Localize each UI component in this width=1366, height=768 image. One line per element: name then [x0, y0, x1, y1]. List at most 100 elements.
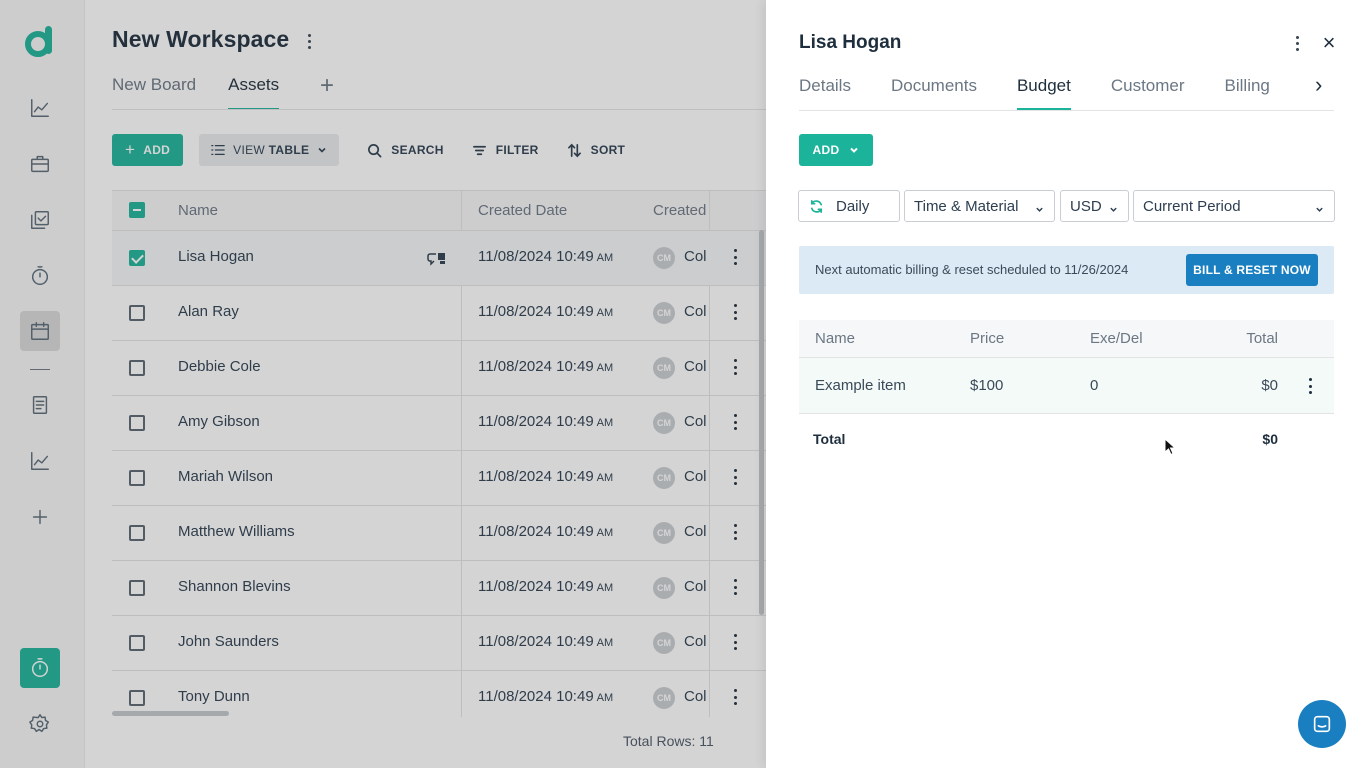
tab-new-board[interactable]: New Board — [112, 75, 196, 110]
row-menu-icon[interactable] — [733, 634, 737, 650]
tab-assets[interactable]: Assets — [228, 75, 280, 110]
row-menu-icon[interactable] — [733, 414, 737, 430]
budget-total-value: $0 — [1262, 431, 1278, 447]
timer-button-icon[interactable] — [20, 648, 60, 688]
row-created-by: Col — [684, 523, 707, 540]
row-created-date: 11/08/2024 10:49 AM — [478, 413, 614, 430]
tab-billing[interactable]: Billing — [1225, 76, 1270, 110]
table-row[interactable]: Amy Gibson 11/08/2024 10:49 AM CM Col — [112, 396, 766, 451]
row-menu-icon[interactable] — [733, 249, 737, 265]
mouse-cursor-icon — [1164, 437, 1177, 456]
app-logo[interactable] — [24, 24, 56, 58]
table-row[interactable]: Mariah Wilson 11/08/2024 10:49 AM CM Col — [112, 451, 766, 506]
filter-icon — [472, 145, 486, 155]
settings-gear-icon[interactable] — [20, 704, 60, 744]
select-all-checkbox[interactable] — [129, 202, 145, 218]
avatar: CM — [653, 687, 675, 709]
frequency-select[interactable]: Daily — [798, 190, 900, 222]
budget-row-menu-icon[interactable] — [1308, 378, 1312, 394]
horizontal-scrollbar[interactable] — [112, 711, 229, 716]
row-checkbox[interactable] — [129, 580, 145, 596]
reports-nav-icon[interactable] — [20, 441, 60, 481]
subitems-icon[interactable] — [427, 250, 447, 266]
tabs-divider — [112, 109, 766, 110]
row-menu-icon[interactable] — [733, 469, 737, 485]
add-button[interactable]: + ADD — [112, 134, 184, 166]
document-nav-icon[interactable] — [20, 385, 60, 425]
chat-support-button[interactable] — [1298, 700, 1346, 748]
avatar: CM — [653, 412, 675, 434]
row-name: Shannon Blevins — [178, 578, 291, 595]
view-label: VIEW TABLE — [233, 143, 310, 157]
row-menu-icon[interactable] — [733, 579, 737, 595]
row-checkbox[interactable] — [129, 360, 145, 376]
tabs-scroll-right-icon[interactable]: › — [1315, 74, 1331, 98]
stopwatch-nav-icon[interactable] — [20, 256, 60, 296]
row-checkbox[interactable] — [129, 305, 145, 321]
column-header-created-date[interactable]: Created Date — [478, 202, 567, 219]
analytics-nav-icon[interactable] — [20, 88, 60, 128]
chevron-down-icon — [850, 147, 859, 153]
row-checkbox[interactable] — [129, 470, 145, 486]
budget-item-name: Example item — [815, 377, 906, 394]
tab-customer[interactable]: Customer — [1111, 76, 1185, 110]
billing-banner-text: Next automatic billing & reset scheduled… — [815, 262, 1129, 277]
chevron-down-icon — [318, 147, 326, 153]
briefcase-nav-icon[interactable] — [20, 144, 60, 184]
row-menu-icon[interactable] — [733, 689, 737, 705]
row-created-date: 11/08/2024 10:49 AM — [478, 688, 614, 705]
row-name: Alan Ray — [178, 303, 239, 320]
vertical-scrollbar[interactable] — [759, 230, 764, 615]
avatar: CM — [653, 577, 675, 599]
close-icon[interactable]: × — [1321, 32, 1337, 54]
column-header-created[interactable]: Created — [653, 202, 706, 219]
table-row[interactable]: Debbie Cole 11/08/2024 10:49 AM CM Col — [112, 341, 766, 396]
add-nav-icon[interactable] — [20, 497, 60, 537]
search-button[interactable]: SEARCH — [367, 143, 443, 158]
calendar-nav-icon[interactable] — [20, 311, 60, 351]
row-checkbox[interactable] — [129, 525, 145, 541]
checklist-nav-icon[interactable] — [20, 200, 60, 240]
period-select[interactable]: Current Period — [1133, 190, 1335, 222]
row-menu-icon[interactable] — [733, 304, 737, 320]
billing-type-select[interactable]: Time & Material — [904, 190, 1055, 222]
table-row[interactable]: Matthew Williams 11/08/2024 10:49 AM CM Col — [112, 506, 766, 561]
budget-table: Name Price Exe/Del Total Example item $1… — [799, 320, 1334, 464]
billing-type-value: Time & Material — [914, 197, 1019, 215]
panel-more-icon[interactable] — [1294, 34, 1300, 52]
filter-button[interactable]: FILTER — [472, 143, 539, 158]
table-row[interactable]: Lisa Hogan 11/08/2024 10:49 AM CM Col — [112, 231, 766, 286]
row-menu-icon[interactable] — [733, 359, 737, 375]
workspace-menu-icon[interactable] — [303, 30, 315, 52]
row-name: Lisa Hogan — [178, 248, 254, 265]
budget-col-exe-del: Exe/Del — [1090, 330, 1143, 347]
column-header-name[interactable]: Name — [178, 202, 218, 219]
table-row[interactable]: John Saunders 11/08/2024 10:49 AM CM Col — [112, 616, 766, 671]
currency-select[interactable]: USD — [1060, 190, 1129, 222]
row-checkbox[interactable] — [129, 635, 145, 651]
filter-label: FILTER — [495, 143, 539, 157]
bill-reset-now-button[interactable]: BILL & RESET NOW — [1186, 254, 1318, 286]
row-created-by: Col — [684, 413, 707, 430]
panel-title: Lisa Hogan — [799, 32, 902, 53]
total-rows-count: Total Rows: 11 — [623, 733, 714, 749]
row-checkbox[interactable] — [129, 690, 145, 706]
tab-details[interactable]: Details — [799, 76, 851, 110]
row-created-date: 11/08/2024 10:49 AM — [478, 248, 614, 265]
row-menu-icon[interactable] — [733, 524, 737, 540]
budget-add-button[interactable]: ADD — [799, 134, 873, 166]
search-label: SEARCH — [391, 143, 444, 157]
table-row[interactable]: Shannon Blevins 11/08/2024 10:49 AM CM Col — [112, 561, 766, 616]
budget-row[interactable]: Example item $100 0 $0 — [799, 358, 1334, 414]
table-row[interactable]: Alan Ray 11/08/2024 10:49 AM CM Col — [112, 286, 766, 341]
sort-button[interactable]: SORT — [567, 143, 626, 158]
row-checkbox[interactable] — [129, 250, 145, 266]
view-table-button[interactable]: VIEW TABLE — [199, 134, 340, 166]
add-board-icon[interactable]: + — [320, 74, 334, 98]
row-created-by: Col — [684, 633, 707, 650]
row-checkbox[interactable] — [129, 415, 145, 431]
tab-budget[interactable]: Budget — [1016, 76, 1071, 110]
tab-documents[interactable]: Documents — [891, 76, 977, 110]
app-window: New Workspace New Board Assets + + ADD V… — [0, 0, 1366, 768]
board-tabs: New Board Assets — [112, 75, 280, 110]
